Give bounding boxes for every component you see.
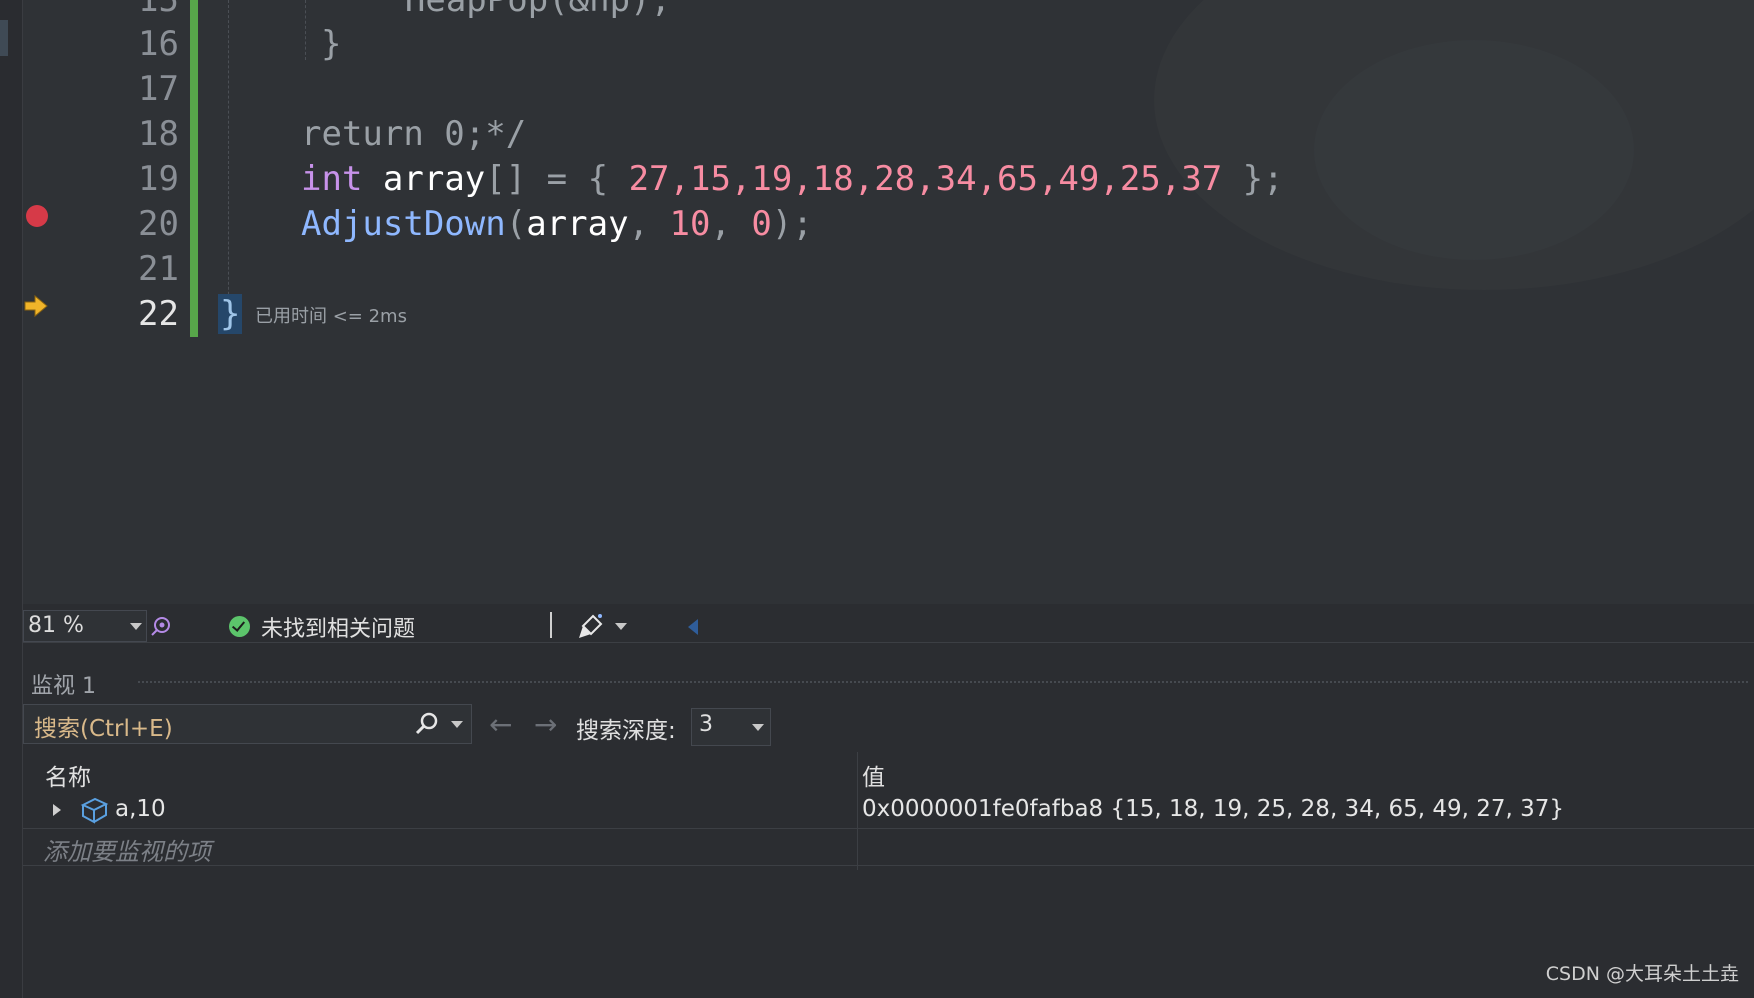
search-box[interactable]: 搜索(Ctrl+E)	[23, 704, 472, 744]
code-line-19[interactable]: 19 int array[] = { 27,15,19,18,28,34,65,…	[23, 157, 1754, 202]
chevron-down-icon[interactable]	[615, 623, 627, 630]
back-arrow-icon[interactable]: ←	[489, 708, 512, 741]
line-number: 19	[138, 159, 179, 199]
code-editor[interactable]: 15 HeapPop(&hp); 16 } 17 18 return 0;*/ …	[23, 0, 1754, 604]
search-input[interactable]: 搜索(Ctrl+E)	[34, 709, 173, 743]
column-header-value[interactable]: 值	[862, 758, 885, 792]
line-number: 17	[138, 69, 179, 109]
code-line-16[interactable]: 16 }	[23, 22, 1754, 67]
watch-value[interactable]: 0x0000001fe0fafba8 {15, 18, 19, 25, 28, …	[862, 796, 1564, 822]
keyword-token: int	[301, 159, 363, 199]
perf-tip[interactable]: 已用时间 <= 2ms	[255, 302, 407, 328]
credit-watermark: CSDN @大耳朵土土垚	[1545, 963, 1739, 985]
line-number: 15	[138, 0, 179, 20]
punctuation-token: (	[505, 204, 527, 244]
zoom-dropdown[interactable]: 81 %	[23, 610, 147, 642]
chevron-down-icon	[752, 724, 764, 731]
line-number: 22	[138, 294, 179, 334]
code-text: int array[] = { 27,15,19,18,28,34,65,49,…	[301, 157, 1284, 202]
number-token: 0	[751, 204, 772, 244]
issues-status[interactable]: 未找到相关问题	[261, 611, 415, 643]
intellicode-icon[interactable]	[149, 614, 173, 638]
punctuation-token: [] = {	[485, 159, 629, 199]
watch-expression[interactable]: a,10	[115, 796, 166, 822]
code-line-20[interactable]: 20 AdjustDown(array, 10, 0);	[23, 202, 1754, 247]
add-watch-placeholder[interactable]: 添加要监视的项	[43, 832, 211, 867]
line-number: 20	[138, 204, 179, 244]
code-text: HeapPop(&hp);	[323, 0, 671, 20]
line-number: 18	[138, 114, 179, 154]
add-watch-row[interactable]: 添加要监视的项	[23, 829, 1754, 866]
separator	[550, 612, 552, 638]
scroll-marker	[0, 20, 8, 56]
code-text: AdjustDown(array, 10, 0);	[301, 202, 813, 247]
function-token: AdjustDown	[301, 204, 506, 244]
chevron-down-icon[interactable]	[451, 721, 463, 728]
zoom-value: 81 %	[28, 613, 84, 638]
code-text: return 0;*/	[301, 114, 527, 154]
code-line-21[interactable]: 21	[23, 247, 1754, 292]
line-number: 16	[138, 24, 179, 64]
punctuation-token: ,	[710, 204, 752, 244]
number-list-token: 27,15,19,18,28,34,65,49,25,37	[628, 159, 1223, 199]
code-text: }	[321, 24, 342, 64]
watch-row[interactable]: a,10 0x0000001fe0fafba8 {15, 18, 19, 25,…	[23, 792, 1754, 829]
identifier-token: array	[382, 159, 486, 199]
code-line-17[interactable]: 17	[23, 67, 1754, 112]
panel-title[interactable]: 监视 1	[31, 668, 96, 700]
scroll-left-icon[interactable]	[688, 619, 698, 635]
editor-status-bar: 81 % 未找到相关问题	[23, 604, 1754, 643]
watch-panel: 监视 1 搜索(Ctrl+E) ← → 搜索深度: 3 名称 值 a,10 0x…	[23, 656, 1754, 998]
search-depth-label: 搜索深度:	[576, 718, 676, 744]
search-icon[interactable]	[414, 711, 440, 737]
title-grip	[138, 681, 1748, 683]
punctuation-token: ,	[628, 204, 670, 244]
code-text: }	[218, 292, 243, 337]
left-margin-strip	[0, 0, 23, 998]
number-token: 10	[669, 204, 711, 244]
chevron-down-icon	[130, 623, 142, 630]
line-number: 21	[138, 249, 179, 289]
code-line-15[interactable]: 15 HeapPop(&hp);	[23, 0, 1754, 23]
forward-arrow-icon[interactable]: →	[534, 708, 557, 741]
column-header-name[interactable]: 名称	[45, 758, 91, 792]
check-circle-icon	[229, 616, 250, 637]
identifier-token: array	[526, 204, 629, 244]
depth-value: 3	[699, 712, 713, 737]
code-line-18[interactable]: 18 return 0;*/	[23, 112, 1754, 157]
punctuation-token: );	[771, 204, 813, 244]
variable-cube-icon	[80, 797, 109, 824]
code-cleanup-icon[interactable]	[577, 612, 605, 640]
matched-brace: }	[218, 294, 243, 334]
search-depth-dropdown[interactable]: 3	[691, 708, 771, 746]
expand-triangle-icon[interactable]	[53, 804, 61, 816]
punctuation-token: };	[1222, 159, 1284, 199]
